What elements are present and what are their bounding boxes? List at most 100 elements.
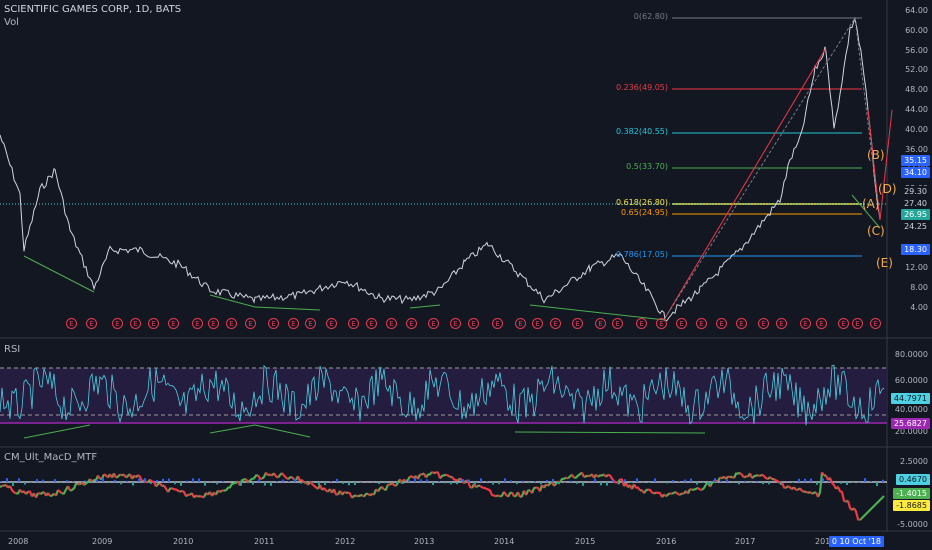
earnings-badge[interactable]: E [716, 318, 727, 329]
wave-label-c[interactable]: (C) [867, 224, 885, 238]
macd-histogram-bar [726, 479, 728, 482]
earnings-badge[interactable]: E [66, 318, 77, 329]
macd-histogram-bar [180, 482, 182, 486]
macd-histogram-bar [534, 481, 536, 482]
macd-histogram-bar [204, 482, 206, 486]
earnings-badge[interactable]: E [492, 318, 503, 329]
chart-canvas[interactable] [0, 0, 932, 550]
earnings-badge[interactable]: E [676, 318, 687, 329]
earnings-badge[interactable]: E [800, 318, 811, 329]
earnings-badge[interactable]: E [758, 318, 769, 329]
macd-histogram-bar [126, 480, 128, 482]
earnings-badge[interactable]: E [595, 318, 606, 329]
wave-label-e[interactable]: (E) [876, 256, 893, 270]
macd-histogram-bar [474, 482, 476, 485]
macd-histogram-bar [684, 479, 686, 482]
macd-histogram-bar [750, 482, 752, 483]
macd-histogram-bar [420, 479, 422, 482]
earnings-badge[interactable]: E [450, 318, 461, 329]
earnings-badge[interactable]: E [870, 318, 881, 329]
earnings-badge[interactable]: E [736, 318, 747, 329]
earnings-badge[interactable]: E [148, 318, 159, 329]
wave-label-a[interactable]: (A) [862, 197, 880, 211]
earnings-badge[interactable]: E [572, 318, 583, 329]
macd-histogram-bar [306, 482, 308, 483]
earnings-badge[interactable]: E [696, 318, 707, 329]
macd-histogram-bar [384, 482, 386, 484]
macd-histogram-bar [870, 481, 872, 482]
earnings-badge[interactable]: E [515, 318, 526, 329]
macd-histogram-bar [606, 482, 608, 486]
macd-histogram-bar [6, 478, 8, 482]
volume-label: Vol [4, 17, 19, 28]
macd-histogram-bar [570, 480, 572, 482]
earnings-badge[interactable]: E [130, 318, 141, 329]
macd-histogram-bar [60, 482, 62, 484]
macd-histogram-bar [408, 480, 410, 482]
macd-histogram-bar [132, 482, 134, 486]
earnings-badge[interactable]: E [532, 318, 543, 329]
time-axis-label: 2008 [8, 537, 29, 546]
price-tag: 26.95 [901, 209, 930, 220]
macd-histogram-bar [144, 478, 146, 482]
macd-histogram-bar [654, 478, 656, 482]
macd-histogram-bar [66, 480, 68, 482]
macd-histogram-bar [594, 478, 596, 482]
earnings-badge[interactable]: E [168, 318, 179, 329]
price-tag: 24.25 [901, 221, 930, 232]
earnings-badge[interactable]: E [288, 318, 299, 329]
earnings-badge[interactable]: E [816, 318, 827, 329]
earnings-badge[interactable]: E [268, 318, 279, 329]
time-axis-label: 2013 [414, 537, 435, 546]
macd-histogram-bar [330, 481, 332, 482]
macd-histogram-bar [456, 482, 458, 485]
earnings-badge[interactable]: E [468, 318, 479, 329]
earnings-badge[interactable]: E [226, 318, 237, 329]
earnings-badge[interactable]: E [550, 318, 561, 329]
fib-retracement[interactable] [672, 17, 862, 257]
macd-histogram-bar [798, 478, 800, 482]
earnings-badge[interactable]: E [245, 318, 256, 329]
macd-histogram-bar [432, 482, 434, 485]
macd-histogram-bar [672, 480, 674, 482]
macd-histogram-bar [294, 478, 296, 482]
wave-label-d[interactable]: (D) [878, 182, 897, 196]
macd-histogram-bar [378, 482, 380, 485]
earnings-badge[interactable]: E [112, 318, 123, 329]
time-axis-label: 2012 [335, 537, 356, 546]
wave-label-b[interactable]: (B) [867, 148, 885, 162]
earnings-badge[interactable]: E [428, 318, 439, 329]
price-tag: 34.10 [901, 167, 930, 178]
earnings-badge[interactable]: E [192, 318, 203, 329]
earnings-badge[interactable]: E [656, 318, 667, 329]
macd-histogram-bar [300, 482, 302, 484]
macd-histogram-bar [96, 479, 98, 482]
macd-histogram-bar [624, 479, 626, 482]
earnings-badge[interactable]: E [326, 318, 337, 329]
macd-tag: -1.4015 [893, 488, 930, 499]
earnings-badge[interactable]: E [208, 318, 219, 329]
earnings-badge[interactable]: E [776, 318, 787, 329]
earnings-badge[interactable]: E [852, 318, 863, 329]
earnings-badge[interactable]: E [305, 318, 316, 329]
earnings-badge[interactable]: E [348, 318, 359, 329]
fib-level-label: 0(62.80) [633, 12, 668, 21]
earnings-badge[interactable]: E [366, 318, 377, 329]
macd-histogram-bar [516, 482, 518, 485]
macd-histogram-bar [288, 481, 290, 482]
earnings-badge[interactable]: E [612, 318, 623, 329]
earnings-badge[interactable]: E [386, 318, 397, 329]
macd-axis-label: -5.0000 [897, 520, 928, 529]
macd-histogram-bar [720, 480, 722, 482]
earnings-badge[interactable]: E [86, 318, 97, 329]
price-tag: 18.30 [901, 244, 930, 255]
fib-level-label: 0.65(24.95) [621, 208, 668, 217]
earnings-badge[interactable]: E [406, 318, 417, 329]
earnings-badge[interactable]: E [838, 318, 849, 329]
macd-histogram-bar [690, 478, 692, 482]
rsi-divergence [23, 424, 706, 439]
macd-histogram-bar [876, 482, 878, 486]
macd-histogram-bar [150, 482, 152, 484]
earnings-badge[interactable]: E [636, 318, 647, 329]
rsi-axis-label: 80.0000 [894, 350, 928, 359]
